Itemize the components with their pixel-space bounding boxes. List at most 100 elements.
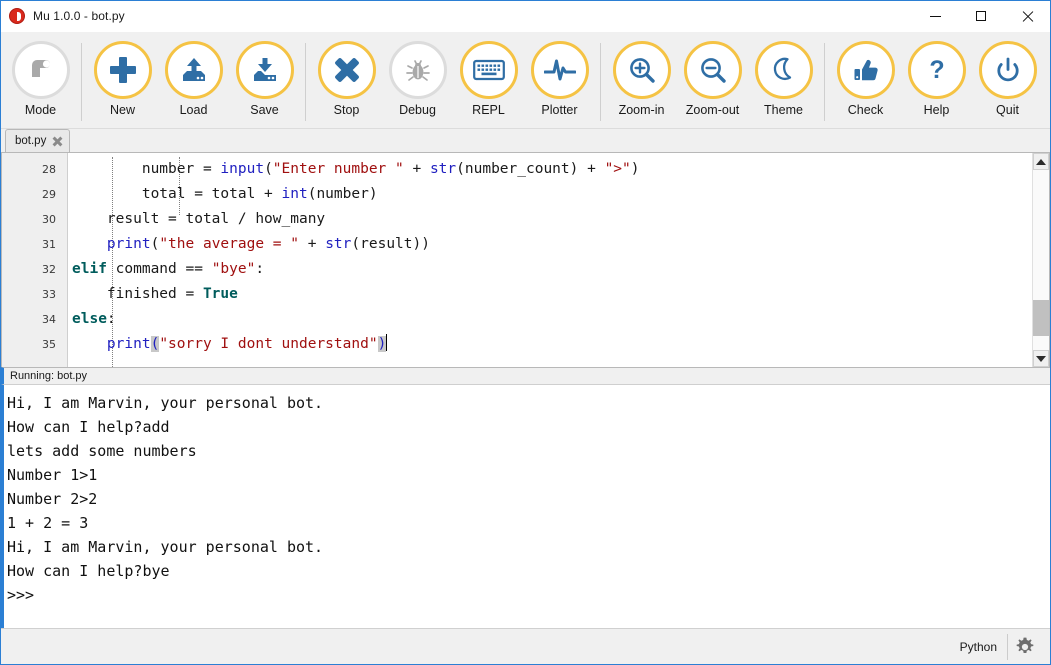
moon-icon (769, 55, 799, 85)
titlebar: Mu 1.0.0 - bot.py (1, 1, 1050, 32)
toolbar-button-zoom-out[interactable]: Zoom-out (677, 41, 748, 117)
toolbar-label-help: Help (924, 103, 950, 117)
code-token: : (107, 311, 116, 327)
toolbar-label-stop: Stop (334, 103, 360, 117)
power-icon (993, 55, 1023, 85)
close-icon (1022, 11, 1033, 22)
code-token: (result)) (351, 236, 430, 252)
zoom-out-icon (698, 55, 728, 85)
toolbar-label-debug: Debug (399, 103, 436, 117)
scrollbar-track[interactable] (1033, 170, 1049, 350)
toolbar-button-mode[interactable]: Mode (5, 41, 76, 117)
code-token: ) (378, 336, 387, 352)
code-token: ( (151, 336, 160, 352)
toolbar-separator-2 (305, 43, 306, 121)
toolbar-label-quit: Quit (996, 103, 1019, 117)
toolbar-button-plotter[interactable]: Plotter (524, 41, 595, 117)
console-line: 1 + 2 = 3 (7, 511, 1050, 535)
minimize-button[interactable] (912, 1, 958, 32)
toolbar-label-zoom-in: Zoom-in (619, 103, 665, 117)
help-button-circle: ? (908, 41, 966, 99)
quit-button-circle (979, 41, 1037, 99)
tab-close-icon[interactable] (53, 137, 62, 146)
mode-icon (26, 55, 56, 85)
status-mode-label[interactable]: Python (950, 640, 1007, 654)
toolbar-separator-1 (81, 43, 82, 121)
code-token: + (404, 161, 430, 177)
save-button-circle (236, 41, 294, 99)
toolbar-label-theme: Theme (764, 103, 803, 117)
code-token: ( (264, 161, 273, 177)
toolbar-button-debug[interactable]: Debug (382, 41, 453, 117)
settings-button[interactable] (1008, 636, 1042, 658)
editor-vertical-scrollbar[interactable] (1032, 153, 1049, 367)
code-token: "Enter number " (273, 161, 404, 177)
line-number: 28 (2, 157, 67, 182)
code-line: else: (68, 307, 1049, 332)
text-cursor (386, 334, 387, 351)
close-button[interactable] (1004, 1, 1050, 32)
mode-button-circle (12, 41, 70, 99)
toolbar-label-check: Check (848, 103, 883, 117)
toolbar-button-check[interactable]: Check (830, 41, 901, 117)
console-line: Hi, I am Marvin, your personal bot. (7, 391, 1050, 415)
console-line: How can I help?bye (7, 559, 1050, 583)
toolbar-button-theme[interactable]: Theme (748, 41, 819, 117)
code-line: elif command == "bye": (68, 257, 1049, 282)
console-line: Number 2>2 (7, 487, 1050, 511)
titlebar-left: Mu 1.0.0 - bot.py (1, 8, 125, 24)
toolbar-button-zoom-in[interactable]: Zoom-in (606, 41, 677, 117)
scroll-down-button[interactable] (1033, 350, 1049, 367)
console-prompt: >>> (7, 583, 1050, 607)
output-console[interactable]: Hi, I am Marvin, your personal bot. How … (1, 385, 1050, 628)
code-token: "the average = " (159, 236, 299, 252)
toolbar-button-new[interactable]: New (87, 41, 158, 117)
load-button-circle (165, 41, 223, 99)
code-token: else (72, 311, 107, 327)
line-number: 34 (2, 307, 67, 332)
code-token: print (107, 236, 151, 252)
plotter-button-circle (531, 41, 589, 99)
code-token: + (299, 236, 325, 252)
code-text-area[interactable]: number = input("Enter number " + str(num… (68, 153, 1049, 367)
theme-button-circle (755, 41, 813, 99)
save-icon (250, 55, 280, 85)
code-token: finished = (72, 286, 203, 302)
code-token: ">" (605, 161, 631, 177)
code-token: command == (107, 261, 212, 277)
code-token: : (255, 261, 264, 277)
maximize-button[interactable] (958, 1, 1004, 32)
toolbar-button-save[interactable]: Save (229, 41, 300, 117)
line-number: 31 (2, 232, 67, 257)
new-icon (109, 56, 137, 84)
scrollbar-thumb[interactable] (1033, 300, 1049, 336)
code-token: "sorry I dont understand" (159, 336, 377, 352)
code-editor[interactable]: 28 29 30 31 32 33 34 35 number = input("… (1, 153, 1050, 367)
tab-bot-py[interactable]: bot.py (5, 129, 70, 152)
plotter-icon (544, 57, 576, 83)
load-icon (179, 55, 209, 85)
toolbar-button-quit[interactable]: Quit (972, 41, 1043, 117)
run-status-strip: Running: bot.py (1, 367, 1050, 385)
scroll-up-icon (1036, 159, 1046, 165)
toolbar-button-stop[interactable]: Stop (311, 41, 382, 117)
toolbar-button-repl[interactable]: REPL (453, 41, 524, 117)
gear-icon (1014, 636, 1036, 658)
line-number-gutter: 28 29 30 31 32 33 34 35 (2, 153, 68, 367)
run-status-text: Running: bot.py (10, 370, 87, 382)
line-number: 33 (2, 282, 67, 307)
code-line: finished = True (68, 282, 1049, 307)
line-number: 29 (2, 182, 67, 207)
toolbar-button-help[interactable]: ? Help (901, 41, 972, 117)
toolbar-label-new: New (110, 103, 135, 117)
tab-label: bot.py (15, 135, 46, 147)
keyboard-icon (473, 57, 505, 83)
code-token: total = total + (72, 186, 282, 202)
code-line: print("the average = " + str(result)) (68, 232, 1049, 257)
code-token: ( (151, 236, 160, 252)
svg-text:?: ? (929, 56, 944, 84)
code-token: input (220, 161, 264, 177)
zoom-in-icon (627, 55, 657, 85)
scroll-up-button[interactable] (1033, 153, 1049, 170)
toolbar-button-load[interactable]: Load (158, 41, 229, 117)
